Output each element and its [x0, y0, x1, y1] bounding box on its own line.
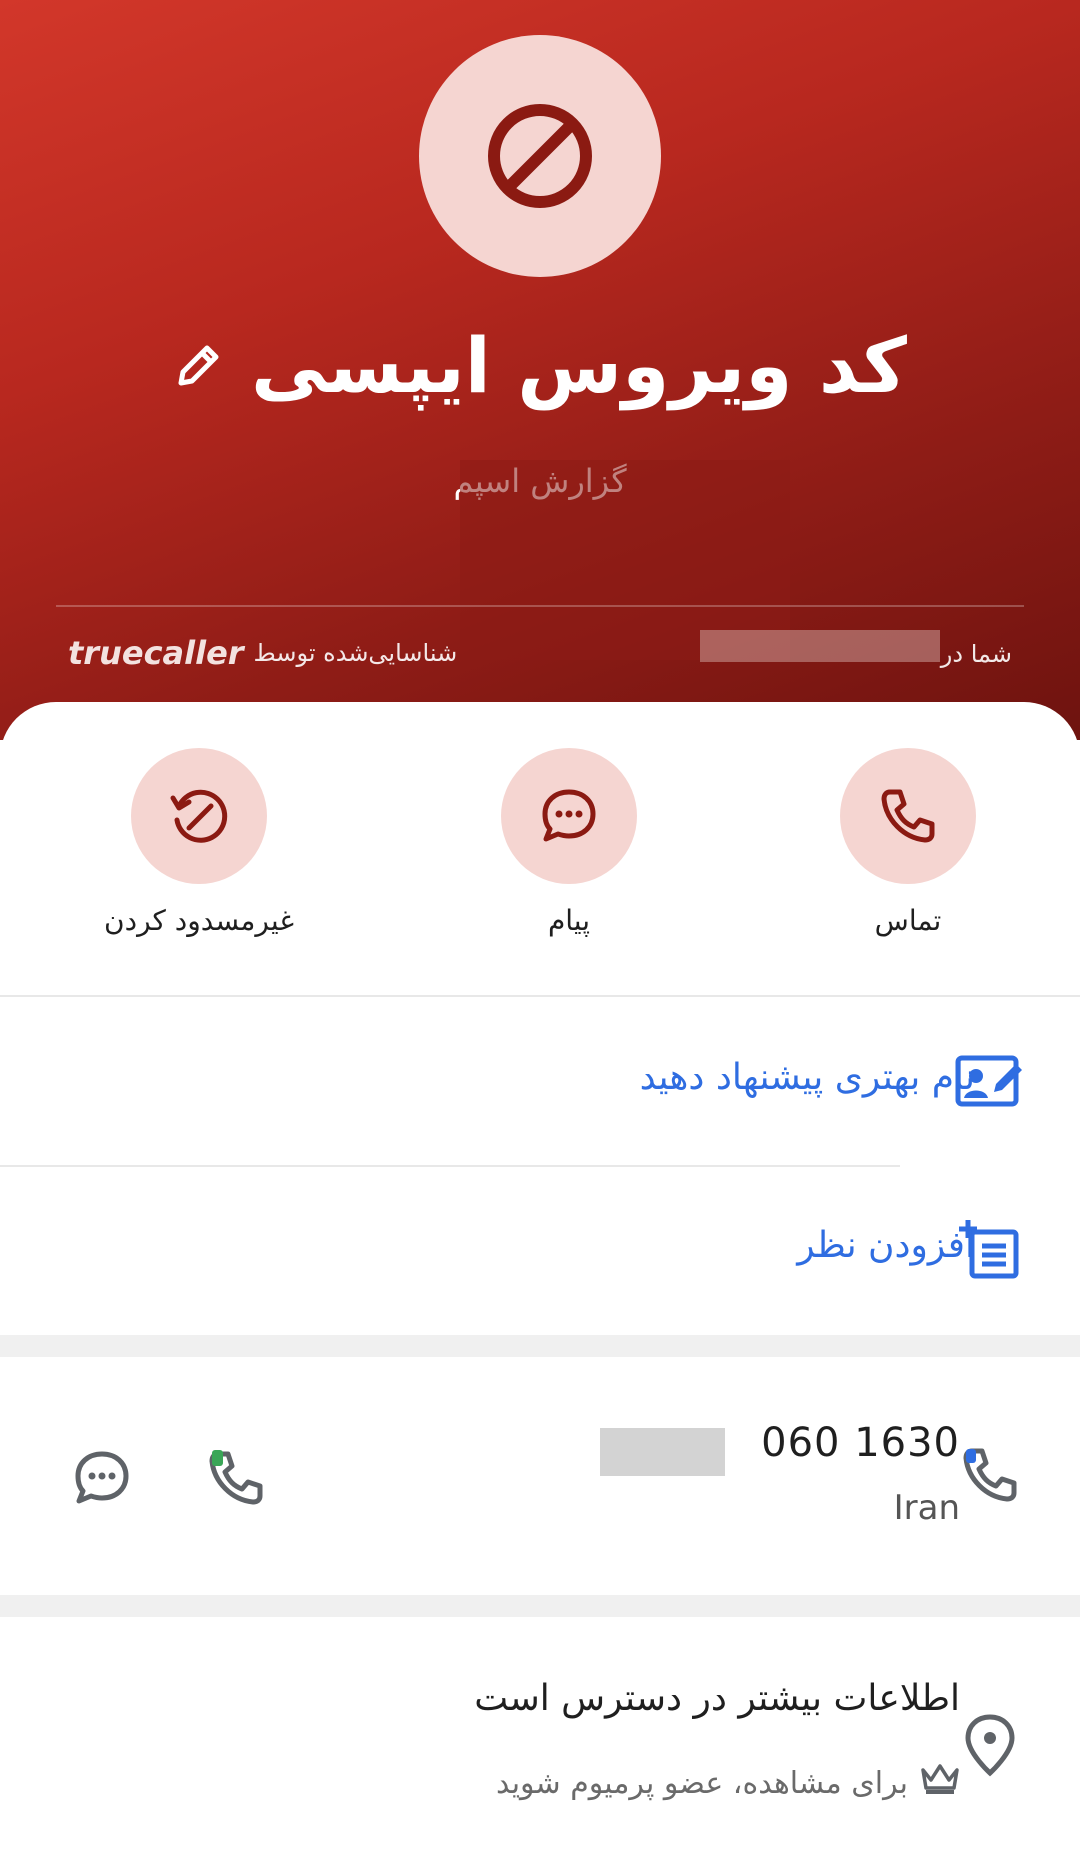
- call-button[interactable]: [840, 748, 976, 884]
- redacted-number: [600, 1428, 725, 1476]
- blocked-avatar: [419, 35, 661, 277]
- chat-icon: [75, 1451, 129, 1504]
- phone-country: Iran: [893, 1488, 960, 1528]
- section-divider: [0, 1595, 1080, 1617]
- caller-name: کد ویروس ایپسی: [250, 320, 908, 410]
- call-action[interactable]: تماس: [838, 748, 978, 937]
- location-pin-icon: [950, 1705, 1030, 1785]
- identified-by-label: شناسایی‌شده توسط: [253, 639, 458, 667]
- message-label: پیام: [547, 904, 591, 937]
- call-label: تماس: [874, 904, 942, 937]
- message-action[interactable]: پیام: [499, 748, 639, 937]
- unblock-label: غیرمسدود کردن: [104, 904, 294, 937]
- sim-call-button[interactable]: [196, 1438, 276, 1518]
- phone-number-icon: [950, 1435, 1030, 1515]
- premium-prompt-text: برای مشاهده، عضو پرمیوم شوید: [495, 1765, 908, 1801]
- unblock-action[interactable]: غیرمسدود کردن: [104, 748, 294, 937]
- caller-name-row: کد ویروس ایپسی: [0, 305, 1080, 425]
- premium-prompt[interactable]: برای مشاهده، عضو پرمیوم شوید: [496, 1762, 960, 1804]
- caller-header: کد ویروس ایپسی گزارش اسپم truecaller شنا…: [0, 0, 1080, 740]
- header-divider: [56, 605, 1024, 607]
- row-divider: [0, 1165, 900, 1167]
- phone-icon: [209, 1450, 263, 1505]
- location-note: شما در: [940, 640, 1012, 668]
- add-comment-link[interactable]: افزودن نظر: [797, 1225, 975, 1266]
- more-info-title: اطلاعات بیشتر در دسترس است: [474, 1678, 960, 1719]
- identified-by: truecaller شناسایی‌شده توسط: [68, 628, 457, 678]
- truecaller-logo: truecaller: [68, 634, 244, 672]
- chat-icon: [542, 789, 596, 842]
- unblock-icon: [170, 789, 228, 843]
- suggest-name-link[interactable]: نام بهتری پیشنهاد دهید: [640, 1057, 975, 1098]
- edit-pencil-icon[interactable]: [173, 339, 225, 391]
- crown-icon: [920, 1762, 960, 1804]
- phone-number[interactable]: 060 1630: [761, 1420, 960, 1466]
- phone-icon: [881, 789, 935, 843]
- sms-button[interactable]: [62, 1438, 142, 1518]
- actions-divider: [0, 995, 1080, 997]
- message-button[interactable]: [501, 748, 637, 884]
- unblock-button[interactable]: [131, 748, 267, 884]
- section-divider: [0, 1335, 1080, 1357]
- block-icon: [488, 104, 592, 208]
- redacted-location: [700, 630, 940, 662]
